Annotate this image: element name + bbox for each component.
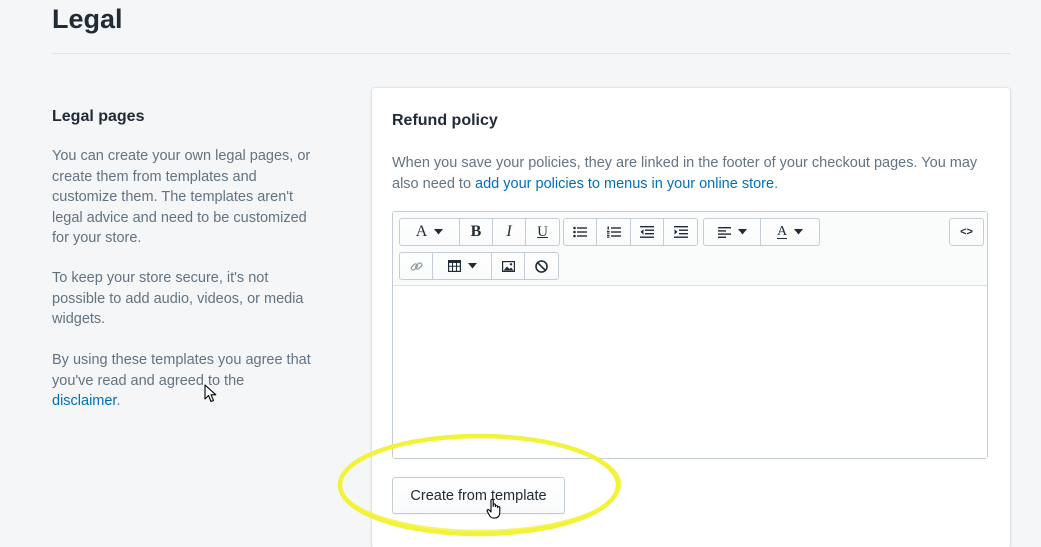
outdent-button[interactable] <box>631 219 664 245</box>
indent-button[interactable] <box>664 219 697 245</box>
text-format-group: A B I U <box>399 218 560 246</box>
rich-text-editor: A B I U A <> <box>392 211 988 459</box>
align-dropdown[interactable] <box>704 219 761 245</box>
insert-group <box>399 252 559 280</box>
create-from-template-button[interactable]: Create from template <box>392 477 565 514</box>
refund-policy-card: Refund policy When you save your policie… <box>372 88 1010 547</box>
bold-glyph: B <box>470 223 482 240</box>
legal-page: Legal Legal pages You can create your ow… <box>0 0 1041 547</box>
bullet-list-icon <box>573 226 587 238</box>
indent-icon <box>673 226 688 238</box>
editor-content-area[interactable] <box>393 286 987 458</box>
image-icon <box>501 260 515 272</box>
font-style-glyph: A <box>415 223 428 240</box>
page-title: Legal <box>52 4 123 34</box>
link-icon <box>410 261 422 271</box>
bold-button[interactable]: B <box>460 219 493 245</box>
disclaimer-link[interactable]: disclaimer <box>52 393 116 409</box>
outdent-icon <box>640 226 654 238</box>
align-left-icon <box>717 226 731 238</box>
numbered-list-icon <box>606 226 621 238</box>
numbered-list-button[interactable] <box>597 219 631 245</box>
underline-glyph: U <box>537 223 548 240</box>
italic-glyph: I <box>506 223 512 240</box>
clear-formatting-button[interactable] <box>525 253 558 279</box>
policies-menu-link[interactable]: add your policies to menus in your onlin… <box>475 176 774 192</box>
align-color-group: A <box>703 218 820 246</box>
card-title: Refund policy <box>392 112 498 129</box>
image-button[interactable] <box>492 253 525 279</box>
card-help-suffix: . <box>774 175 779 192</box>
link-button[interactable] <box>400 253 433 279</box>
section-description: You can create your own legal pages, or … <box>52 148 311 246</box>
table-icon <box>447 260 461 272</box>
editor-toolbar: A B I U A <> <box>393 212 987 286</box>
bullet-list-button[interactable] <box>564 219 597 245</box>
title-divider <box>52 53 1010 54</box>
code-icon: <> <box>960 226 973 238</box>
html-toggle-button[interactable]: <> <box>950 219 983 245</box>
media-restriction-note: To keep your store secure, it's not poss… <box>52 270 304 327</box>
list-indent-group <box>563 218 698 246</box>
card-help-text: When you save your policies, they are li… <box>392 153 982 194</box>
disclaimer-note: By using these templates you agree that … <box>52 350 312 412</box>
disclaimer-note-suffix: . <box>116 393 121 409</box>
underline-button[interactable]: U <box>526 219 559 245</box>
chevron-down-icon <box>737 229 747 235</box>
section-heading: Legal pages <box>52 108 145 125</box>
chevron-down-icon <box>434 229 444 235</box>
font-style-dropdown[interactable]: A <box>400 219 460 245</box>
disclaimer-note-text: By using these templates you agree that … <box>52 352 311 389</box>
html-toggle-group: <> <box>949 218 984 246</box>
italic-button[interactable]: I <box>493 219 526 245</box>
table-dropdown[interactable] <box>433 253 492 279</box>
chevron-down-icon <box>794 229 804 235</box>
block-icon <box>535 259 548 273</box>
text-color-dropdown[interactable]: A <box>761 219 819 245</box>
chevron-down-icon <box>467 263 477 269</box>
text-color-glyph: A <box>776 224 788 239</box>
